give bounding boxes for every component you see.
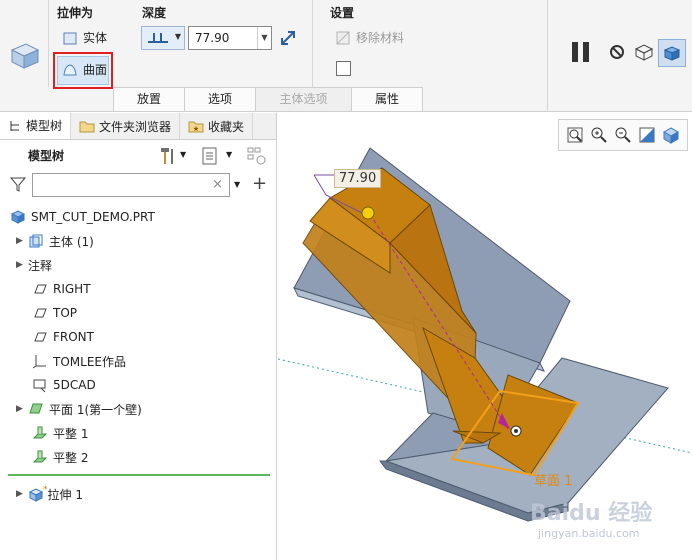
tree-item-label: 平面 1(第一个壁): [49, 402, 142, 417]
depth-value: 77.90: [195, 31, 230, 45]
add-icon[interactable]: +: [252, 173, 267, 194]
tab-properties[interactable]: 属性: [351, 87, 423, 111]
tree-item-extrude[interactable]: ▶ * 拉伸 1: [0, 482, 270, 506]
remove-material-label: 移除材料: [356, 31, 405, 45]
chevron-down-icon[interactable]: ▼: [180, 150, 186, 159]
model-tree-header: 模型树: [28, 149, 65, 163]
graphics-viewport[interactable]: 77.90 草面 1 Baidu 经验 jingyan.baidu.com: [278, 113, 692, 560]
datum-plane-icon: [34, 308, 47, 318]
datum-plane-icon: [34, 332, 47, 342]
tab-favorites-label: 收藏夹: [208, 119, 245, 134]
tree-item-body[interactable]: ▶ 主体 (1): [0, 229, 270, 253]
tree-item-datum-front[interactable]: FRONT: [0, 325, 270, 349]
left-tabs: 模型树 文件夹浏览器 ★ 收藏夹: [0, 113, 276, 140]
remove-material-icon: [336, 31, 350, 44]
tab-folder-browser[interactable]: 文件夹浏览器: [71, 113, 181, 139]
tree-item-5dcad[interactable]: 5DCAD: [0, 373, 270, 397]
flat-wall-icon: [32, 426, 48, 439]
depth-dimension-label[interactable]: 77.90: [334, 169, 382, 188]
chevron-down-icon[interactable]: ▼: [257, 27, 271, 49]
ribbon: 拉伸为 实体 曲面 深度 ▼ 77.90 ▼ 设置 移除材料 放置 选项 主体选…: [0, 0, 692, 112]
datum-plane-icon: [34, 284, 47, 294]
tree-item-label: FRONT: [53, 330, 94, 344]
tab-options[interactable]: 选项: [184, 87, 256, 111]
tree-item-label: 平整 2: [53, 450, 89, 465]
tree-filter-input[interactable]: ×: [32, 173, 230, 197]
tree-item-annotation[interactable]: ▶ 注释: [0, 253, 270, 277]
favorites-icon: ★: [188, 121, 204, 133]
tools-icon[interactable]: [158, 146, 178, 166]
remove-material-button[interactable]: 移除材料: [335, 29, 404, 46]
tree-item-label: 注释: [28, 258, 53, 273]
settings-list-icon[interactable]: [202, 147, 218, 165]
depth-type-dropdown[interactable]: ▼: [141, 26, 185, 50]
chevron-down-icon[interactable]: ▼: [234, 180, 240, 189]
body-icon: [29, 234, 43, 248]
watermark-url: jingyan.baidu.com: [538, 527, 640, 540]
extrude-icon: [28, 488, 44, 502]
annotation-icon: [33, 379, 46, 393]
thicken-checkbox[interactable]: [336, 61, 351, 76]
tab-folder-browser-label: 文件夹浏览器: [99, 119, 172, 134]
filter-icon[interactable]: [10, 176, 26, 192]
feature-preview-icon: [663, 46, 681, 61]
flat-wall-icon: [32, 450, 48, 463]
feature-preview-button[interactable]: [658, 39, 686, 67]
depth-value-input[interactable]: 77.90 ▼: [188, 26, 272, 50]
show-tree-icon[interactable]: [246, 146, 268, 166]
tab-placement[interactable]: 放置: [113, 87, 185, 111]
tree-item-datum-top[interactable]: TOP: [0, 301, 270, 325]
folder-icon: [79, 121, 95, 133]
tree-item-flat-1[interactable]: 平整 1: [0, 421, 270, 445]
settings-title: 设置: [330, 6, 355, 20]
tree-item-part[interactable]: SMT_CUT_DEMO.PRT: [0, 205, 270, 229]
tree-item-flat-wall[interactable]: ▶ 平面 1(第一个壁): [0, 397, 270, 421]
tree-item-label: RIGHT: [53, 282, 91, 296]
solid-icon: [63, 32, 77, 44]
tab-model-tree[interactable]: 模型树: [0, 113, 72, 139]
flip-direction-icon[interactable]: [279, 29, 297, 47]
chevron-down-icon[interactable]: ▼: [226, 150, 232, 159]
expand-icon[interactable]: ▶: [16, 489, 28, 499]
sketch-label: 草面 1: [534, 474, 573, 489]
no-preview-icon[interactable]: [605, 40, 629, 64]
svg-text:★: ★: [193, 125, 199, 133]
depth-drag-handle: [361, 206, 375, 220]
model-tree: SMT_CUT_DEMO.PRT ▶ 主体 (1) ▶ 注释 RIGHT TOP…: [0, 205, 270, 469]
tree-item-label: TOP: [53, 306, 78, 320]
tree-item-label: TOMLEE作品: [53, 354, 126, 369]
tree-icon: [10, 120, 19, 131]
extrude-as-title: 拉伸为: [57, 6, 94, 20]
coordinate-system-icon: [32, 355, 46, 369]
solid-label: 实体: [83, 31, 108, 45]
expand-icon[interactable]: ▶: [16, 236, 28, 246]
clear-icon[interactable]: ×: [212, 177, 223, 192]
depth-title: 深度: [142, 6, 167, 20]
tree-item-label: 平整 1: [53, 426, 89, 441]
tree-item-datum-right[interactable]: RIGHT: [0, 277, 270, 301]
tree-item-csys[interactable]: TOMLEE作品: [0, 349, 270, 373]
tab-body-options[interactable]: 主体选项: [255, 87, 352, 111]
tree-item-label: 主体 (1): [49, 234, 94, 249]
tab-favorites[interactable]: ★ 收藏夹: [180, 113, 254, 139]
tree-item-flat-2[interactable]: 平整 2: [0, 445, 270, 469]
left-panel: 模型树 文件夹浏览器 ★ 收藏夹 模型树 ▼ ▼ × ▼ + SMT_CUT_D…: [0, 113, 277, 560]
blind-depth-icon: [148, 33, 168, 43]
expand-icon[interactable]: ▶: [16, 404, 28, 414]
chevron-down-icon: ▼: [174, 32, 181, 41]
tree-item-label: 拉伸 1: [47, 487, 83, 502]
extrude-feature-icon: [10, 43, 40, 69]
geometry-preview-icon[interactable]: [632, 40, 656, 64]
pause-icon[interactable]: [569, 40, 593, 64]
part-icon: [10, 210, 26, 224]
sheetmetal-wall-icon: [29, 403, 43, 414]
insert-indicator: [8, 474, 270, 476]
tree-item-label: SMT_CUT_DEMO.PRT: [31, 210, 155, 224]
expand-icon[interactable]: ▶: [16, 260, 28, 270]
tab-model-tree-label: 模型树: [26, 119, 63, 133]
solid-button[interactable]: 实体: [62, 29, 107, 46]
surface-highlight-box: [53, 52, 113, 89]
tree-item-label: 5DCAD: [53, 378, 96, 392]
watermark-logo: Baidu 经验: [530, 501, 653, 526]
